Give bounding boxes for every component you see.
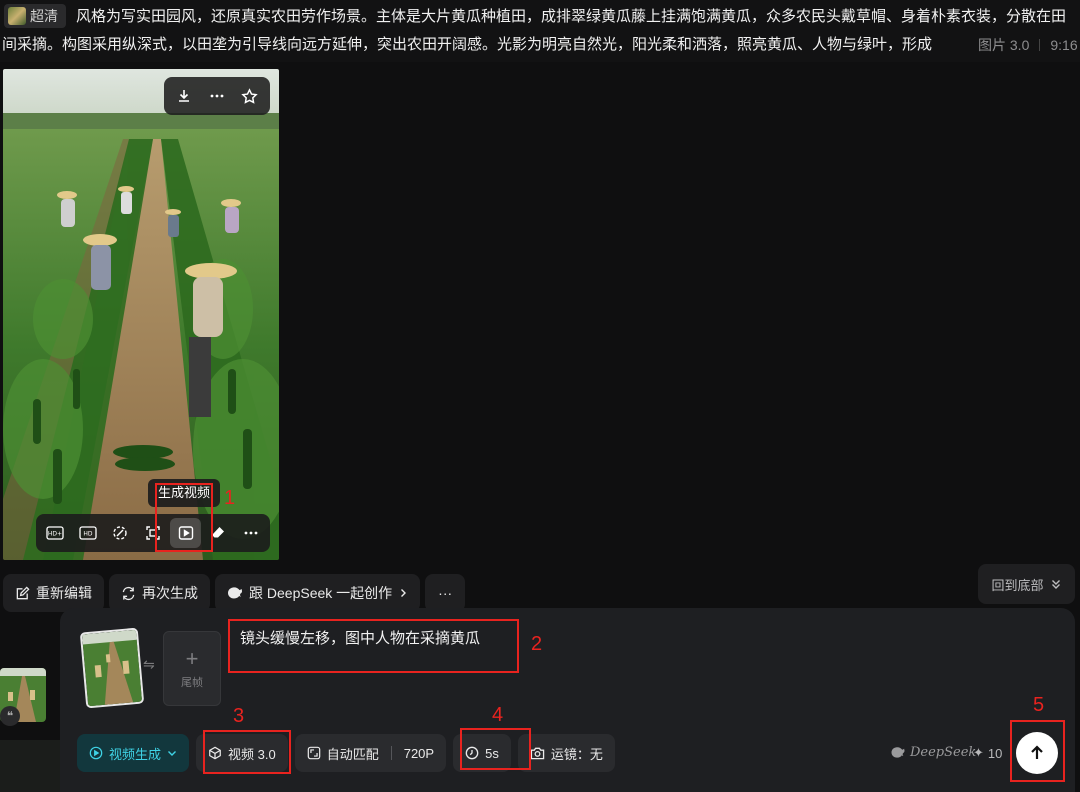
re-edit-label: 重新编辑 (36, 585, 92, 601)
aspect-ratio-icon (307, 746, 321, 760)
edit-icon (16, 585, 30, 599)
re-edit-button[interactable]: 重新编辑 (3, 574, 104, 612)
history-strip (0, 740, 60, 792)
clock-icon (465, 746, 479, 760)
chevron-right-icon (401, 589, 407, 597)
resolution-label: 720P (403, 745, 435, 761)
ratio-resolution-select[interactable]: 自动匹配 720P (294, 734, 447, 772)
eraser-icon[interactable] (203, 518, 234, 548)
camera-move-select[interactable]: 运镜：无 (517, 734, 615, 772)
expand-icon[interactable] (138, 518, 169, 548)
download-icon[interactable] (172, 84, 196, 108)
image-action-bar (164, 77, 270, 115)
annotation-number-2: 2 (531, 633, 543, 655)
camera-icon (530, 747, 545, 760)
more-actions-button[interactable]: ··· (425, 574, 466, 612)
mode-label: 视频生成 (109, 746, 162, 762)
prompt-text-line1: 风格为写实田园风，还原真实农田劳作场景。主体是大片黄瓜种植田，成排翠绿黄瓜藤上挂… (76, 8, 1067, 25)
arrow-up-icon (1031, 745, 1043, 759)
plus-icon: + (185, 645, 199, 671)
refresh-icon (122, 586, 135, 600)
camera-move-label: 运镜：无 (550, 746, 603, 762)
swap-frames-icon[interactable]: ⇋ (143, 656, 155, 673)
sparkle-icon: ✦ (973, 745, 984, 760)
deepseek-create-button[interactable]: 跟 DeepSeek 一起创作 (215, 574, 421, 612)
first-frame-thumbnail[interactable] (79, 627, 145, 709)
prompt-meta: 图片 3.0 9:16 (950, 30, 1080, 60)
meta-divider (1039, 39, 1041, 51)
hd-icon[interactable]: HD (73, 518, 104, 548)
more-icon[interactable] (205, 84, 229, 108)
annotation-number-1: 1 (224, 487, 236, 509)
regenerate-label: 再次生成 (142, 585, 198, 601)
chip-divider (390, 746, 392, 760)
credits-count: ✦ 10 (973, 745, 1002, 761)
regenerate-button[interactable]: 再次生成 (109, 574, 210, 612)
cube-icon (209, 746, 221, 760)
back-to-bottom-label: 回到底部 (991, 577, 1044, 593)
model-select[interactable]: 视频 3.0 (196, 734, 288, 772)
generate-video-tooltip: 生成视频 (148, 479, 221, 507)
duration-select[interactable]: 5s (453, 734, 511, 772)
aspect-ratio: 9:16 (1050, 37, 1078, 53)
model-tag: 图片 3.0 (978, 37, 1030, 53)
deepseek-brand-label: DeepSeek (910, 745, 977, 760)
svg-text:HD: HD (83, 531, 93, 538)
more-icon[interactable] (235, 518, 266, 548)
deepseek-icon (228, 587, 243, 599)
image-tool-bar: HD+ HD (36, 514, 270, 552)
ratio-label: 自动匹配 (326, 746, 379, 762)
annotation-number-3: 3 (233, 705, 245, 727)
video-prompt-input[interactable]: 镜头缓慢左移，图中人物在采摘黄瓜 (240, 627, 480, 648)
last-frame-upload[interactable]: + 尾帧 (163, 631, 221, 706)
model-label: 视频 3.0 (228, 746, 276, 762)
hd-plus-icon[interactable]: HD+ (40, 518, 71, 548)
double-chevron-down-icon (1051, 580, 1060, 589)
repaint-icon[interactable] (105, 518, 136, 548)
duration-label: 5s (485, 745, 499, 761)
deepseek-create-label: 跟 DeepSeek 一起创作 (249, 585, 393, 601)
video-mode-icon (89, 746, 103, 760)
credits-value: 10 (987, 745, 1003, 761)
star-icon[interactable] (238, 84, 262, 108)
send-button[interactable] (1016, 732, 1058, 774)
prompt-header: 超清 风格为写实田园风，还原真实农田劳作场景。主体是大片黄瓜种植田，成排翠绿黄瓜… (0, 0, 1080, 62)
result-action-row: 重新编辑 再次生成 跟 DeepSeek 一起创作 ··· (3, 574, 466, 612)
generated-image[interactable] (3, 69, 279, 560)
back-to-bottom-button[interactable]: 回到底部 (978, 564, 1075, 604)
annotation-number-4: 4 (492, 704, 504, 726)
composer-toolbar: 视频生成 视频 3.0 自动匹配 720P 5s 运镜：无 (77, 734, 615, 772)
deepseek-whale-icon (891, 747, 905, 758)
cucumber-field-thumb (81, 629, 145, 709)
mode-select[interactable]: 视频生成 (77, 734, 190, 772)
cucumber-field-photo (3, 69, 279, 560)
svg-text:HD+: HD+ (48, 531, 62, 538)
chevron-down-icon (168, 751, 177, 756)
last-frame-label: 尾帧 (181, 676, 203, 689)
quality-badge[interactable]: 超清 (4, 4, 66, 28)
play-video-icon[interactable] (170, 518, 201, 548)
quote-icon: ❝ (0, 706, 20, 726)
deepseek-brand[interactable]: DeepSeek (890, 745, 976, 760)
annotation-number-5: 5 (1033, 694, 1045, 716)
quality-label: 超清 (30, 8, 58, 24)
thumbnail-icon (8, 7, 26, 25)
prompt-text-line2: 间采摘。构图采用纵深式，以田垄为引导线向远方延伸，突出农田开阔感。光影为明亮自然… (2, 36, 933, 53)
